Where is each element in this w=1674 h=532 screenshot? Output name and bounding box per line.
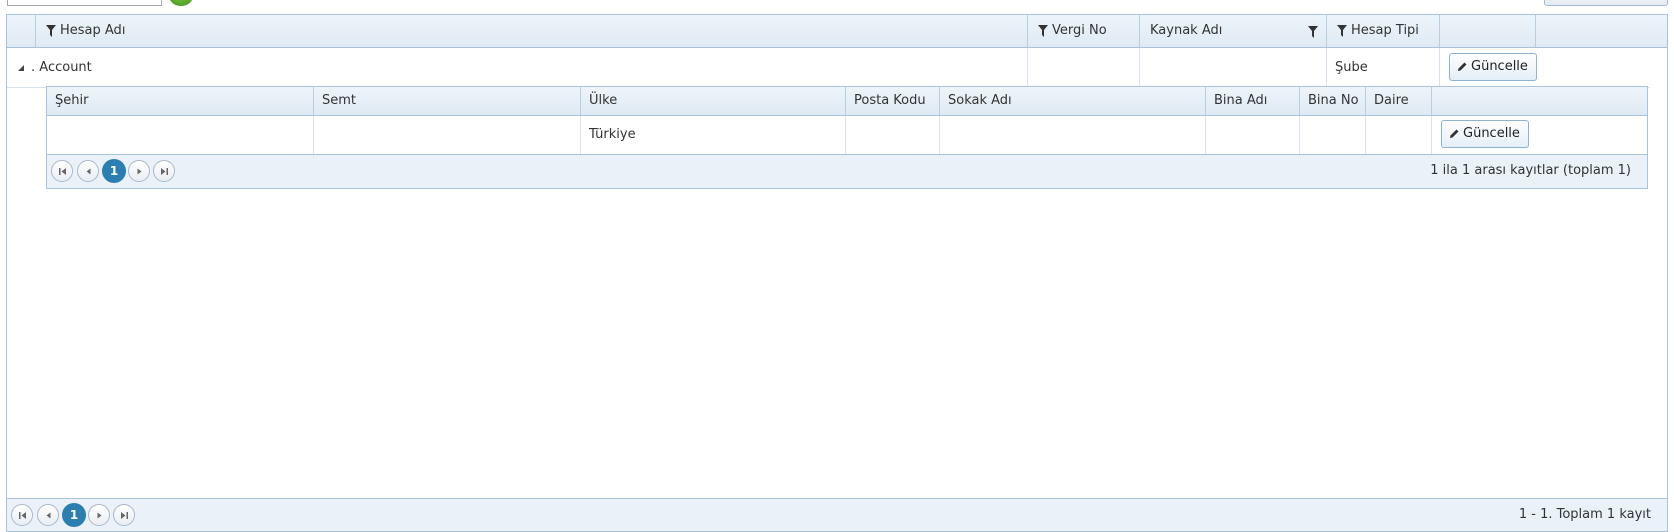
grid-header: Hesap Adı Vergi No Kaynak Adı Hesap Tipi: [7, 15, 1667, 48]
pager-info: 1 ila 1 arası kayıtlar (toplam 1): [1430, 163, 1631, 178]
column-header-country[interactable]: Ülke: [581, 87, 846, 115]
column-header-source-name[interactable]: Kaynak Adı: [1140, 15, 1327, 47]
first-page-icon: [59, 168, 66, 175]
last-page-button[interactable]: [153, 160, 175, 182]
pencil-icon: [1458, 62, 1467, 71]
cell-street: [940, 116, 1206, 154]
new-record-button[interactable]: [1544, 0, 1668, 6]
column-header-label: Hesap Tipi: [1351, 23, 1419, 38]
top-toolbar: [0, 0, 1674, 7]
cell-district: [314, 116, 581, 154]
last-page-button[interactable]: [113, 504, 135, 526]
prev-page-icon: [46, 512, 51, 519]
cell-postal-code: [846, 116, 940, 154]
column-header-label: Bina Adı: [1214, 93, 1268, 108]
collapse-triangle-icon[interactable]: [17, 64, 25, 72]
cell-city: [47, 116, 314, 154]
refresh-icon[interactable]: [169, 0, 193, 6]
account-grid: Hesap Adı Vergi No Kaynak Adı Hesap Tipi…: [6, 14, 1668, 532]
current-page-number[interactable]: 1: [62, 503, 86, 527]
vertical-scrollbar[interactable]: [1650, 48, 1667, 512]
column-header-label: Kaynak Adı: [1150, 23, 1223, 38]
column-header-account-name[interactable]: Hesap Adı: [36, 15, 1028, 47]
filter-icon[interactable]: [46, 24, 56, 37]
prev-page-button[interactable]: [37, 504, 59, 526]
column-header-district[interactable]: Semt: [314, 87, 581, 115]
pencil-icon: [1450, 129, 1459, 138]
column-header-label: Hesap Adı: [60, 23, 126, 38]
cell-actions: Güncelle: [1432, 116, 1647, 154]
cell-source-name: [1140, 48, 1327, 87]
first-page-button[interactable]: [11, 504, 33, 526]
column-header-label: Posta Kodu: [854, 93, 926, 108]
column-header-city[interactable]: Şehir: [47, 87, 314, 115]
column-header-actions: [1432, 87, 1647, 115]
grid-pager: 1 1 - 1. Toplam 1 kayıt: [7, 498, 1667, 531]
expand-column-header: [7, 15, 36, 47]
column-header-account-type[interactable]: Hesap Tipi: [1327, 15, 1440, 47]
next-page-icon: [97, 512, 102, 519]
cell-account-type: Şube: [1327, 48, 1440, 87]
column-header-actions: [1440, 15, 1536, 47]
first-page-icon: [19, 512, 26, 519]
table-row: . Account Şube Güncelle: [7, 48, 1667, 88]
cell-apartment: [1366, 116, 1432, 154]
table-row: Türkiye Güncelle: [47, 116, 1647, 155]
search-input[interactable]: [7, 0, 162, 6]
pager-info: 1 - 1. Toplam 1 kayıt: [1518, 507, 1651, 522]
last-page-icon: [161, 168, 168, 175]
filter-icon[interactable]: [1337, 24, 1347, 37]
column-header-label: Ülke: [589, 93, 618, 108]
update-button[interactable]: Güncelle: [1449, 53, 1537, 81]
column-header-label: Semt: [322, 93, 357, 108]
column-header-street[interactable]: Sokak Adı: [940, 87, 1206, 115]
cell-building-name: [1206, 116, 1300, 154]
country-value: Türkiye: [589, 127, 636, 142]
next-page-button[interactable]: [128, 160, 150, 182]
filter-icon[interactable]: [1308, 26, 1318, 38]
column-header-label: Sokak Adı: [948, 93, 1012, 108]
first-page-button[interactable]: [51, 160, 73, 182]
account-type-value: Şube: [1335, 60, 1368, 75]
prev-page-icon: [86, 168, 91, 175]
column-header-spacer: [1536, 15, 1667, 47]
cell-actions: Güncelle: [1440, 48, 1667, 87]
current-page-number[interactable]: 1: [102, 159, 126, 183]
detail-header: Şehir Semt Ülke Posta Kodu Sokak Adı Bin…: [47, 87, 1647, 116]
account-name-value: Account: [39, 60, 92, 75]
column-header-building-no[interactable]: Bina No: [1300, 87, 1366, 115]
column-header-label: Daire: [1374, 93, 1409, 108]
update-button-label: Güncelle: [1463, 126, 1520, 141]
cell-building-no: [1300, 116, 1366, 154]
column-header-label: Bina No: [1308, 93, 1359, 108]
detail-pager: 1 1 ila 1 arası kayıtlar (toplam 1): [47, 155, 1647, 188]
cell-account-name: . Account: [7, 48, 1028, 87]
column-header-building-name[interactable]: Bina Adı: [1206, 87, 1300, 115]
column-header-tax-no[interactable]: Vergi No: [1028, 15, 1140, 47]
update-button[interactable]: Güncelle: [1441, 120, 1529, 148]
column-header-apartment[interactable]: Daire: [1366, 87, 1432, 115]
expand-prefix: .: [31, 60, 36, 75]
address-detail-grid: Şehir Semt Ülke Posta Kodu Sokak Adı Bin…: [46, 86, 1648, 189]
cell-country: Türkiye: [581, 116, 846, 154]
update-button-label: Güncelle: [1471, 59, 1528, 74]
prev-page-button[interactable]: [77, 160, 99, 182]
cell-tax-no: [1028, 48, 1140, 87]
next-page-icon: [137, 168, 142, 175]
next-page-button[interactable]: [88, 504, 110, 526]
filter-icon[interactable]: [1038, 24, 1048, 37]
column-header-postal-code[interactable]: Posta Kodu: [846, 87, 940, 115]
last-page-icon: [121, 512, 128, 519]
column-header-label: Şehir: [55, 93, 89, 108]
column-header-label: Vergi No: [1052, 23, 1107, 38]
